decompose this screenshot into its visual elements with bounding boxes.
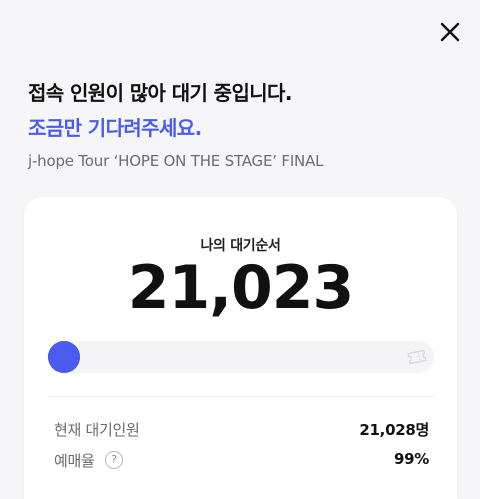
- booking-rate-row: 예매율 ? 99%: [48, 450, 429, 472]
- waiting-count-label: 현재 대기인원: [54, 421, 140, 439]
- close-button[interactable]: [436, 18, 464, 46]
- queue-label: 나의 대기순서: [200, 238, 281, 254]
- ticket-icon: [407, 349, 427, 365]
- event-name: j-hope Tour ‘HOPE ON THE STAGE’ FINAL: [28, 152, 324, 170]
- queue-card: 나의 대기순서 21,023 현재 대기인원 21,028명 예매율 ? 99%: [24, 197, 457, 499]
- waiting-count-value: 21,028명: [359, 421, 429, 439]
- queue-progress-bar: [48, 341, 434, 373]
- waiting-room-page: 접속 인원이 많아 대기 중입니다. 조금만 기다려주세요. j-hope To…: [0, 0, 480, 499]
- booking-rate-value: 99%: [393, 450, 429, 468]
- help-icon[interactable]: ?: [105, 451, 123, 469]
- queue-progress-marker: [48, 341, 80, 373]
- waiting-count-row: 현재 대기인원 21,028명: [48, 419, 429, 441]
- waiting-subline: 조금만 기다려주세요.: [28, 116, 202, 140]
- queue-number: 21,023: [127, 253, 355, 323]
- booking-rate-label: 예매율: [54, 452, 95, 470]
- card-divider: [48, 396, 434, 397]
- waiting-headline: 접속 인원이 많아 대기 중입니다.: [28, 81, 292, 105]
- close-icon: [440, 22, 460, 42]
